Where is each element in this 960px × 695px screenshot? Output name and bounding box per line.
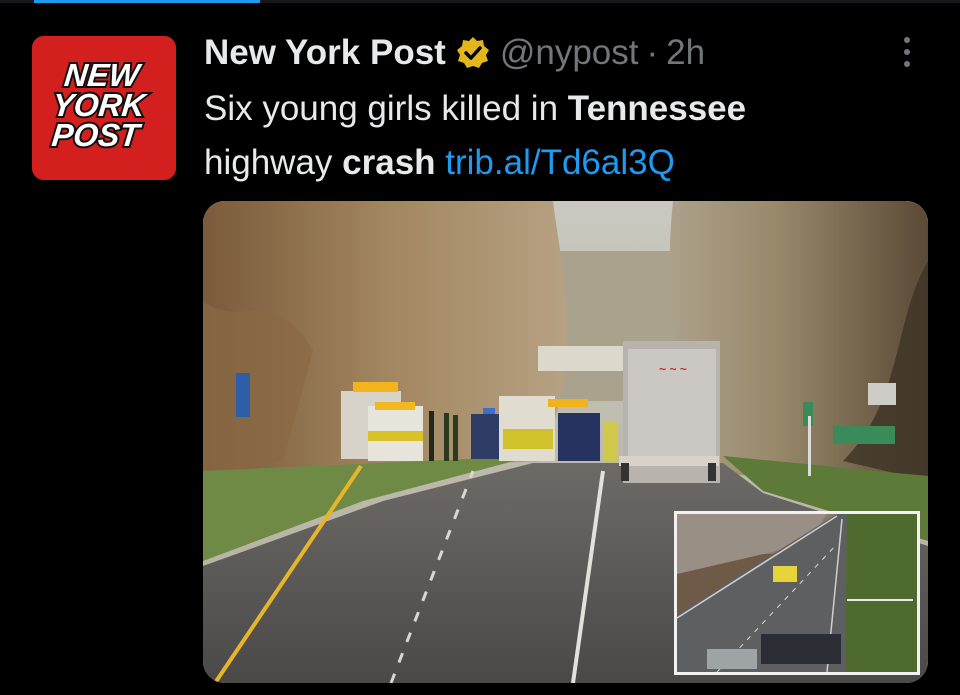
text-bold-tennessee: Tennessee — [567, 89, 747, 128]
tweet-media[interactable]: ~ ~ ~ — [203, 201, 928, 683]
text-bold-crash: crash — [342, 143, 436, 182]
aerial-crash-scene-photo — [674, 511, 920, 675]
handle[interactable]: @nypost — [500, 33, 639, 73]
new-york-post-logo: NEW YORK POST — [32, 36, 176, 180]
more-options-icon[interactable] — [890, 32, 924, 72]
svg-text:~ ~ ~: ~ ~ ~ — [659, 362, 687, 376]
text-part: highway — [204, 143, 343, 182]
tab-indicator — [34, 0, 260, 3]
timestamp[interactable]: 2h — [666, 33, 705, 73]
tweet-text: Six young girls killed in Tennessee high… — [204, 82, 884, 190]
display-name[interactable]: New York Post — [204, 33, 446, 73]
tweet-link[interactable]: trib.al/Td6al3Q — [445, 143, 675, 182]
gold-verified-icon — [456, 37, 489, 68]
avatar[interactable]: NEW YORK POST — [32, 36, 176, 180]
logo-line-3: POST — [50, 117, 143, 153]
separator-dot: · — [646, 33, 659, 72]
text-part: Six young girls killed in — [204, 89, 568, 128]
tweet-header: New York Post @nypost · 2h — [204, 30, 705, 76]
top-border — [0, 0, 960, 3]
